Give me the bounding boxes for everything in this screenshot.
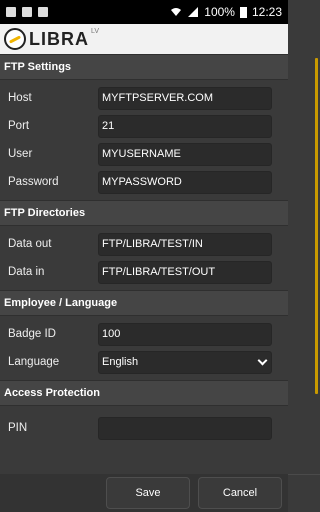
badge-id-input[interactable]: 100: [98, 322, 272, 346]
language-value: English: [102, 356, 139, 368]
wifi-icon: [171, 8, 182, 16]
pin-row: PIN: [0, 414, 288, 442]
chevron-down-icon: [257, 355, 268, 366]
status-bar: 100% 12:23: [0, 0, 288, 24]
language-label: Language: [8, 356, 60, 368]
host-label: Host: [8, 92, 32, 104]
language-row: Language English: [0, 348, 288, 376]
logo-superscript: LV: [91, 28, 100, 35]
user-label: User: [8, 148, 33, 160]
data-out-label: Data out: [8, 238, 52, 250]
badge-id-label: Badge ID: [8, 328, 56, 340]
battery-icon: [239, 6, 247, 18]
save-button[interactable]: Save: [106, 477, 190, 509]
action-bar: Save Cancel: [0, 474, 288, 512]
scrollbar[interactable]: [315, 58, 318, 394]
host-row: Host MYFTPSERVER.COM: [0, 84, 288, 112]
section-ftp-directories: FTP Directories: [0, 200, 288, 226]
port-input[interactable]: 21: [98, 114, 272, 138]
libra-logo-icon: [4, 28, 26, 50]
pin-label: PIN: [8, 422, 28, 434]
notification-icon-3: [38, 7, 48, 17]
data-in-row: Data in FTP/LIBRA/TEST/OUT: [0, 258, 288, 286]
clock: 12:23: [251, 5, 282, 19]
user-row: User MYUSERNAME: [0, 140, 288, 168]
user-input[interactable]: MYUSERNAME: [98, 142, 272, 166]
image-icon: [22, 7, 32, 17]
battery-percent: 100%: [204, 5, 235, 19]
data-out-input[interactable]: FTP/LIBRA/TEST/IN: [98, 232, 272, 256]
logo-text: LIBRA: [29, 28, 89, 49]
section-ftp-settings: FTP Settings: [0, 54, 288, 80]
signal-icon: [188, 7, 199, 17]
pin-input[interactable]: [98, 416, 272, 440]
password-label: Password: [8, 176, 59, 188]
cancel-button[interactable]: Cancel: [198, 477, 282, 509]
settings-form: FTP Settings Host MYFTPSERVER.COM Port 2…: [0, 54, 288, 474]
language-select[interactable]: English: [98, 350, 272, 374]
data-in-label: Data in: [8, 266, 45, 278]
port-row: Port 21: [0, 112, 288, 140]
notification-icons: [6, 7, 48, 17]
app-bar: LIBRA LV: [0, 24, 288, 54]
data-out-row: Data out FTP/LIBRA/TEST/IN: [0, 230, 288, 258]
host-input[interactable]: MYFTPSERVER.COM: [98, 86, 272, 110]
data-in-input[interactable]: FTP/LIBRA/TEST/OUT: [98, 260, 272, 284]
section-employee-language: Employee / Language: [0, 290, 288, 316]
password-row: Password MYPASSWORD: [0, 168, 288, 196]
notification-icon-1: [6, 7, 16, 17]
badge-id-row: Badge ID 100: [0, 320, 288, 348]
password-input[interactable]: MYPASSWORD: [98, 170, 272, 194]
port-label: Port: [8, 120, 30, 132]
section-access-protection: Access Protection: [0, 380, 288, 406]
